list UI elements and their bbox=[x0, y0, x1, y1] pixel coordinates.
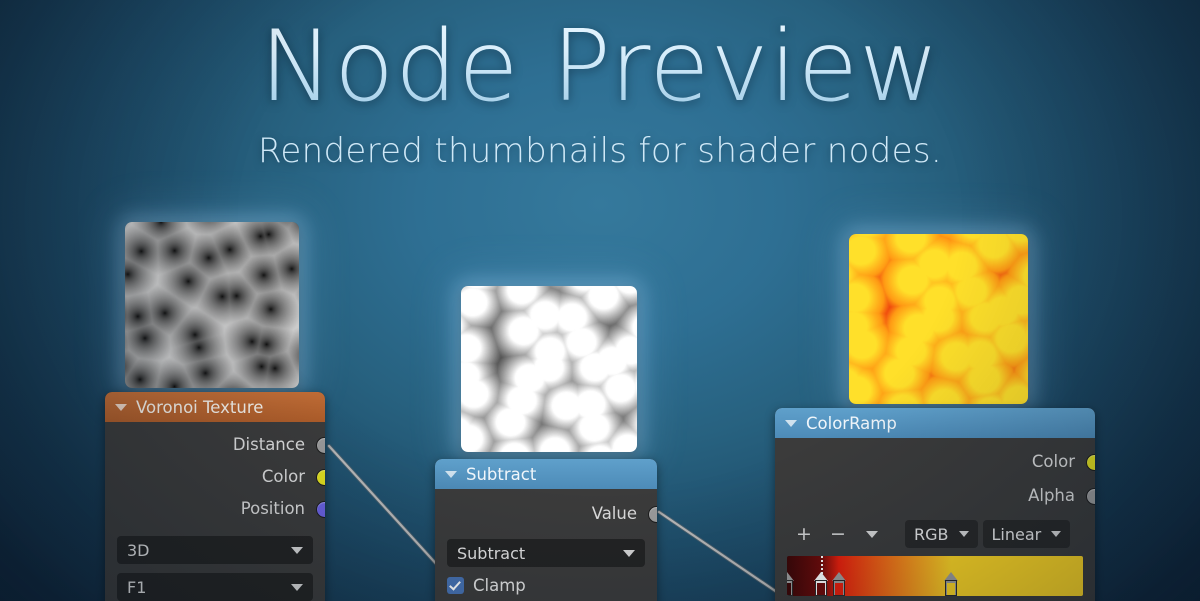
page-title: Node Preview bbox=[0, 16, 1200, 119]
subtract-result-preview bbox=[461, 286, 637, 452]
output-socket-row-color[interactable]: Color bbox=[105, 460, 325, 492]
chevron-down-icon[interactable] bbox=[623, 549, 635, 557]
node-preview-promo-banner: Node Preview Rendered thumbnails for sha… bbox=[0, 0, 1200, 601]
node-subtract[interactable]: Subtract Value Subtract Clamp bbox=[435, 459, 657, 601]
colorramp-mode-selects: RGB Linear bbox=[905, 520, 1075, 548]
page-subtitle: Rendered thumbnails for shader nodes. bbox=[258, 130, 942, 171]
collapse-triangle-icon[interactable] bbox=[115, 403, 127, 411]
dropdown-color-mode[interactable]: RGB bbox=[905, 520, 978, 548]
output-label-color: Color bbox=[261, 466, 305, 486]
node-colorramp[interactable]: ColorRamp Color Alpha + − RGB Linear bbox=[775, 408, 1095, 601]
collapse-triangle-icon[interactable] bbox=[785, 419, 797, 427]
collapse-triangle-icon[interactable] bbox=[445, 470, 457, 478]
color-ramp-strip[interactable] bbox=[787, 556, 1083, 596]
dropdown-feature[interactable]: F1 bbox=[117, 573, 313, 601]
dropdown-interpolation[interactable]: Linear bbox=[982, 520, 1071, 548]
node-title: Voronoi Texture bbox=[136, 397, 264, 417]
add-stop-button[interactable]: + bbox=[787, 520, 821, 548]
chevron-down-icon[interactable] bbox=[958, 531, 969, 537]
dropdown-color-mode-value: RGB bbox=[914, 524, 949, 544]
output-label-color: Color bbox=[1031, 451, 1075, 471]
chevron-down-icon bbox=[866, 530, 878, 538]
output-socket-row-color[interactable]: Color bbox=[775, 444, 1095, 478]
node-title: Subtract bbox=[466, 464, 537, 484]
node-voronoi-texture[interactable]: Voronoi Texture Distance Color Position … bbox=[105, 392, 325, 601]
ramp-stop-handle[interactable] bbox=[944, 572, 959, 596]
dropdown-dimensions[interactable]: 3D bbox=[117, 536, 313, 564]
checkbox-clamp-label: Clamp bbox=[473, 576, 526, 595]
socket-position[interactable] bbox=[316, 501, 325, 518]
ramp-stop-handle[interactable] bbox=[814, 572, 829, 596]
node-header-subtract[interactable]: Subtract bbox=[435, 459, 657, 489]
chevron-down-icon[interactable] bbox=[291, 583, 303, 591]
output-socket-row-position[interactable]: Position bbox=[105, 492, 325, 524]
output-label-position: Position bbox=[240, 498, 305, 518]
dropdown-operation[interactable]: Subtract bbox=[447, 539, 645, 567]
output-socket-row-alpha[interactable]: Alpha bbox=[775, 478, 1095, 512]
output-socket-row-distance[interactable]: Distance bbox=[105, 428, 325, 460]
socket-value[interactable] bbox=[648, 506, 657, 523]
socket-color[interactable] bbox=[316, 469, 325, 486]
node-title: ColorRamp bbox=[806, 413, 897, 433]
dropdown-operation-value: Subtract bbox=[457, 543, 526, 563]
output-label-alpha: Alpha bbox=[1028, 485, 1075, 505]
ramp-menu-button[interactable] bbox=[855, 520, 889, 548]
node-body-colorramp: Color Alpha + − RGB Linear bbox=[775, 438, 1095, 596]
checkbox-clamp-row[interactable]: Clamp bbox=[447, 576, 645, 595]
remove-stop-button[interactable]: − bbox=[821, 520, 855, 548]
node-body-voronoi: Distance Color Position 3D F1 bbox=[105, 422, 325, 601]
ramp-stop-handle[interactable] bbox=[831, 572, 846, 596]
node-body-subtract: Value Subtract Clamp bbox=[435, 489, 657, 595]
socket-color[interactable] bbox=[1086, 454, 1095, 471]
colorramp-toolbar: + − RGB Linear bbox=[787, 520, 1083, 548]
ramp-stop-handle[interactable] bbox=[787, 572, 794, 596]
chevron-down-icon[interactable] bbox=[291, 546, 303, 554]
dropdown-feature-value: F1 bbox=[127, 577, 147, 597]
socket-alpha[interactable] bbox=[1086, 488, 1095, 505]
chevron-down-icon[interactable] bbox=[1051, 531, 1062, 537]
colorramp-result-preview bbox=[849, 234, 1028, 404]
output-label-distance: Distance bbox=[232, 434, 305, 454]
node-header-colorramp[interactable]: ColorRamp bbox=[775, 408, 1095, 438]
output-label-value: Value bbox=[591, 503, 637, 523]
node-header-voronoi[interactable]: Voronoi Texture bbox=[105, 392, 325, 422]
dropdown-interpolation-value: Linear bbox=[991, 524, 1042, 544]
hero-text-block: Node Preview Rendered thumbnails for sha… bbox=[0, 16, 1200, 171]
voronoi-distance-preview bbox=[125, 222, 299, 388]
checkbox-clamp[interactable] bbox=[447, 577, 464, 594]
socket-distance[interactable] bbox=[316, 437, 325, 454]
output-socket-row-value[interactable]: Value bbox=[435, 495, 657, 531]
dropdown-dimensions-value: 3D bbox=[127, 540, 150, 560]
